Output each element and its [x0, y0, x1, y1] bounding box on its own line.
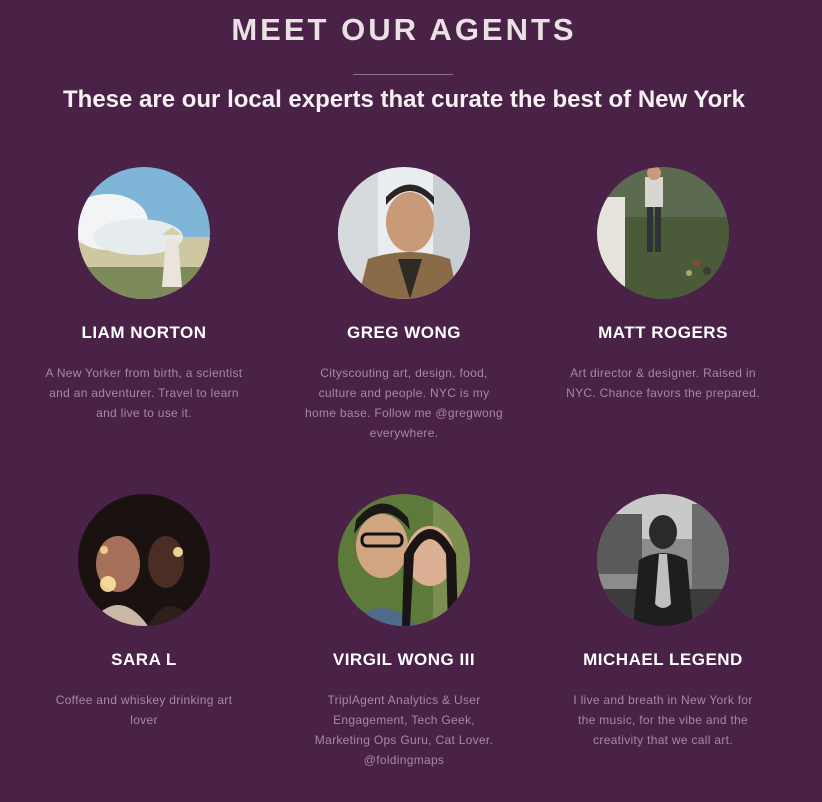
agent-name: GREG WONG — [346, 323, 462, 342]
agent-bio: A New Yorker from birth, a scientist and… — [45, 366, 243, 420]
agent-card[interactable]: GREG WONG Cityscouting art, design, food… — [274, 167, 534, 443]
agent-avatar-matt[interactable] — [597, 167, 729, 299]
agent-avatar-liam[interactable] — [78, 167, 210, 299]
agent-card[interactable]: MICHAEL LEGEND I live and breath in New … — [533, 494, 793, 750]
agent-name: MATT ROGERS — [598, 323, 728, 342]
agent-name: SARA L — [111, 650, 177, 669]
agent-bio: Coffee and whiskey drinking art lover — [55, 693, 233, 727]
agent-card[interactable]: SARA L Coffee and whiskey drinking art l… — [14, 494, 274, 730]
agent-card[interactable]: VIRGIL WONG III TriplAgent Analytics & U… — [274, 494, 534, 770]
agent-bio: Art director & designer. Raised in NYC. … — [566, 366, 760, 400]
agent-bio: TriplAgent Analytics & User Engagement, … — [314, 693, 494, 767]
agent-card[interactable]: LIAM NORTON A New Yorker from birth, a s… — [14, 167, 274, 423]
agent-bio: Cityscouting art, design, food, culture … — [305, 366, 503, 440]
agents-section: MEET OUR AGENTS These are our local expe… — [0, 0, 822, 802]
agent-name: LIAM NORTON — [81, 323, 207, 342]
agent-card[interactable]: MATT ROGERS Art director & designer. Rai… — [533, 167, 793, 403]
agent-avatar-sara[interactable] — [78, 494, 210, 626]
agent-avatar-virgil[interactable] — [338, 494, 470, 626]
agent-bio: I live and breath in New York for the mu… — [573, 693, 753, 747]
agent-avatar-greg[interactable] — [338, 167, 470, 299]
agent-avatar-michael[interactable] — [597, 494, 729, 626]
page-title: MEET OUR AGENTS — [231, 12, 577, 47]
page-subtitle: These are our local experts that curate … — [63, 86, 745, 113]
agent-name: MICHAEL LEGEND — [583, 650, 743, 669]
title-divider — [353, 74, 453, 75]
agent-name: VIRGIL WONG III — [332, 650, 476, 669]
